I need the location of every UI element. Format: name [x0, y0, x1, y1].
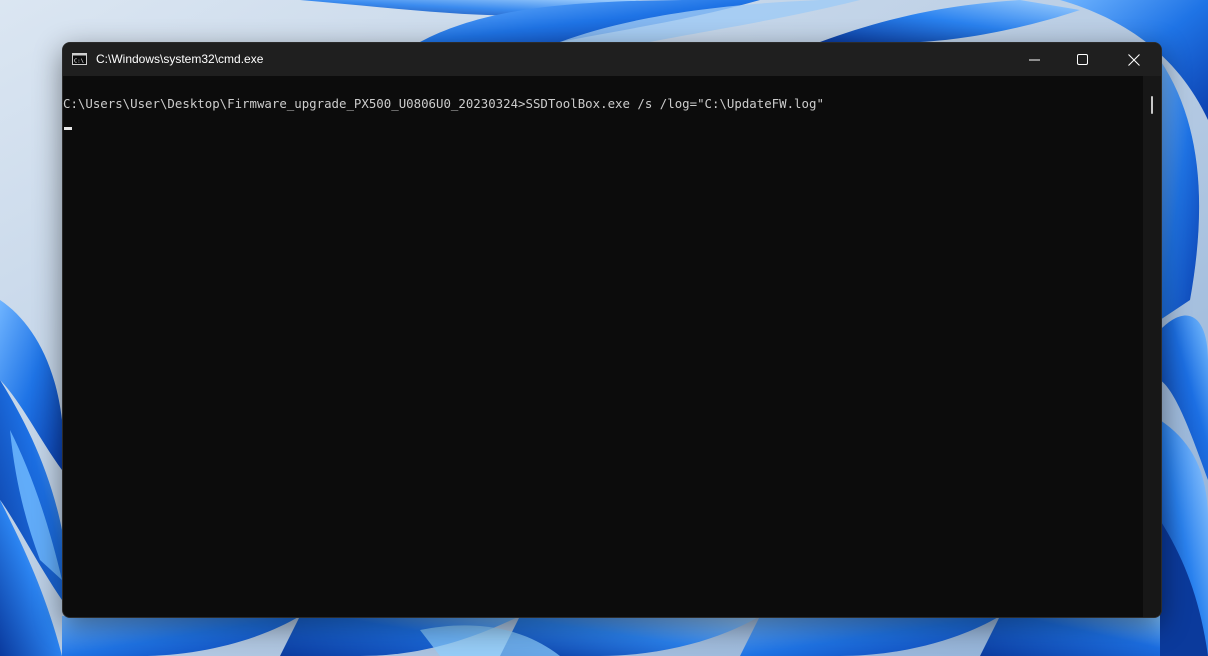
maximize-button[interactable] [1059, 43, 1105, 76]
cmd-window[interactable]: C:\ C:\Windows\system32\cmd.exe C:\Users… [62, 42, 1162, 618]
minimize-button[interactable] [1011, 43, 1057, 76]
minimize-icon [1028, 59, 1040, 61]
svg-text:C:\: C:\ [74, 59, 84, 65]
desktop: C:\ C:\Windows\system32\cmd.exe C:\Users… [0, 0, 1208, 656]
command-prompt-line: C:\Users\User\Desktop\Firmware_upgrade_P… [63, 96, 824, 111]
terminal-output[interactable]: C:\Users\User\Desktop\Firmware_upgrade_P… [63, 76, 1143, 617]
title-bar[interactable]: C:\ C:\Windows\system32\cmd.exe [63, 43, 1161, 76]
close-icon [1128, 53, 1140, 66]
cmd-app-icon: C:\ [72, 53, 87, 65]
window-title: C:\Windows\system32\cmd.exe [96, 52, 264, 66]
maximize-icon [1076, 54, 1088, 65]
scrollbar-thumb[interactable] [1151, 96, 1153, 114]
text-cursor [64, 127, 72, 130]
close-button[interactable] [1111, 43, 1157, 76]
vertical-scrollbar[interactable] [1143, 76, 1161, 617]
